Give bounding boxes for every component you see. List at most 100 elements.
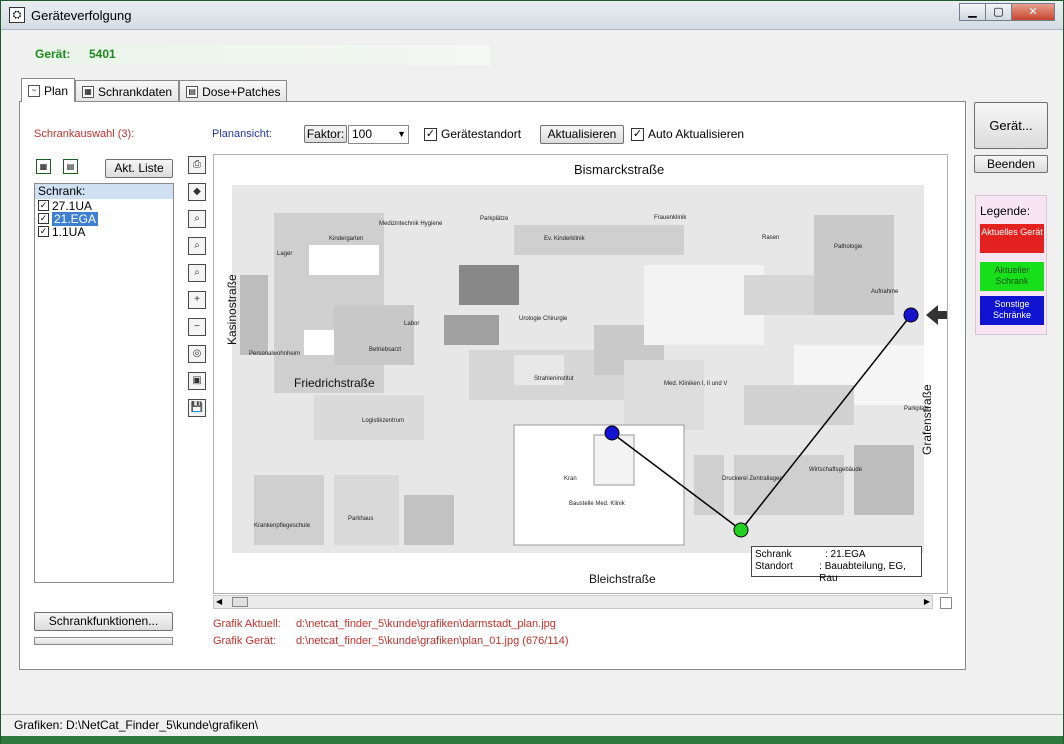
status-bar: Grafiken: D:\NetCat_Finder_5\kunde\grafi…: [1, 714, 1063, 736]
zoom-fit-icon[interactable]: ⌕: [188, 237, 206, 255]
close-button[interactable]: ✕: [1011, 3, 1055, 21]
checkbox-checked-icon[interactable]: ✓: [38, 213, 49, 224]
checkbox-checked-icon[interactable]: ✓: [38, 200, 49, 211]
window-controls: ▁ ▢ ✕: [959, 3, 1055, 21]
building-label: Pathologie: [834, 244, 863, 250]
tooltip-key: Schrank: [755, 549, 792, 560]
grid-icon: ▤: [186, 85, 199, 98]
tab-plan[interactable]: ~ Plan: [21, 78, 76, 102]
minimize-button[interactable]: ▁: [959, 3, 985, 21]
building-label: Kran: [564, 476, 577, 482]
title-bar: ⛭ Geräteverfolgung ▁ ▢ ✕: [1, 1, 1063, 30]
schrank-tooltip: Schrank: 21.EGA Standort: Bauabteilung, …: [751, 546, 922, 584]
building-label: Parkhaus: [348, 516, 373, 522]
building-label: Wirtschaftsgebäude: [809, 467, 863, 473]
building-label: Aufnahme: [871, 289, 899, 295]
site-plan-map[interactable]: Bismarckstraße Kasinostraße Friedrichstr…: [213, 154, 948, 594]
print-icon[interactable]: ⎙: [188, 156, 206, 174]
select-all-icon[interactable]: ▦: [36, 159, 51, 174]
progress-bar: [34, 637, 173, 645]
zoom-extent-icon[interactable]: ⌕: [188, 264, 206, 282]
beenden-button[interactable]: Beenden: [974, 155, 1048, 173]
akt-liste-button[interactable]: Akt. Liste: [105, 159, 173, 178]
scroll-left-icon[interactable]: ◀: [216, 597, 222, 606]
building-label: Frauenklinik: [654, 215, 687, 221]
building-label: Medizintechnik Hygiene: [379, 221, 443, 227]
aktualisieren-button[interactable]: Aktualisieren: [540, 125, 624, 144]
layers-icon[interactable]: ◆: [188, 183, 206, 201]
chevron-down-icon: ▼: [397, 129, 406, 139]
street-label: Friedrichstraße: [294, 376, 375, 390]
zoom-in-icon[interactable]: +: [188, 291, 206, 309]
map-tool-column: ⎙ ◆ ⌕ ⌕ ⌕ + − ◎ ▣ 💾: [188, 156, 208, 426]
schrank-marker-blue[interactable]: [903, 307, 919, 323]
list-item-label: 21.EGA: [52, 211, 99, 226]
building-label: Parkplatz: [904, 406, 929, 412]
building-label: Strahleninstitut: [534, 376, 574, 382]
building-label: Lager: [277, 251, 292, 257]
tooltip-value: : 21.EGA: [825, 549, 866, 560]
tab-schrankdaten-label: Schrankdaten: [98, 84, 173, 99]
tab-dose-patches[interactable]: ▤ Dose+Patches: [179, 80, 288, 102]
scroll-right-icon[interactable]: ▶: [924, 597, 930, 606]
list-item[interactable]: ✓ 21.EGA: [35, 211, 173, 226]
legend-current-cabinet: Aktueller Schrank: [980, 262, 1044, 291]
list-item-label: 27.1UA: [52, 198, 93, 213]
legend-title: Legende:: [980, 204, 1031, 218]
scroll-thumb[interactable]: [232, 597, 248, 607]
building-label: Med. Kliniken I, II und V: [664, 381, 727, 387]
street-label: Kasinostraße: [225, 274, 239, 345]
faktor-select[interactable]: 100 ▼: [348, 125, 409, 144]
building-label: Personalwohnheim: [249, 351, 300, 357]
zoom-window-icon[interactable]: ⌕: [188, 210, 206, 228]
zoom-reset-icon[interactable]: ◎: [188, 345, 206, 363]
maximize-button[interactable]: ▢: [985, 3, 1011, 21]
schrank-marker-blue[interactable]: [604, 425, 620, 441]
geraetestandort-checkbox[interactable]: ✓ Gerätestandort: [424, 127, 521, 141]
list-item-label: 1.1UA: [52, 224, 86, 239]
schrankfunktionen-button[interactable]: Schrankfunktionen...: [34, 612, 173, 631]
street-label: Bismarckstraße: [574, 162, 664, 177]
plan-panel: Schrankauswahl (3): Planansicht: Faktor:…: [19, 101, 966, 670]
building-label: Rasen: [762, 235, 779, 241]
geraetestandort-label: Gerätestandort: [441, 127, 522, 141]
street-label: Grafenstraße: [920, 384, 934, 455]
scroll-corner: [940, 597, 952, 609]
legend-box: Legende: Aktuelles Gerät Aktueller Schra…: [975, 195, 1047, 335]
save-icon[interactable]: 💾: [188, 399, 206, 417]
building-label: Urologie Chirurgie: [519, 316, 568, 322]
building-label: Parkplätze: [480, 216, 509, 222]
device-value: 5401: [89, 47, 116, 61]
app-icon: ⛭: [9, 7, 25, 23]
device-label: Gerät:: [35, 47, 71, 61]
checkbox-checked-icon[interactable]: ✓: [38, 226, 49, 237]
building-label: Druckerei Zentrallager: [722, 476, 781, 482]
auto-aktualisieren-checkbox[interactable]: ✓ Auto Aktualisieren: [631, 127, 744, 141]
list-item[interactable]: ✓ 27.1UA: [35, 198, 173, 213]
schrank-marker-green[interactable]: [733, 522, 749, 538]
image-export-icon[interactable]: ▣: [188, 372, 206, 390]
schrank-listbox[interactable]: Schrank: ✓ 27.1UA ✓ 21.EGA ✓ 1.1UA: [34, 183, 174, 583]
list-header: Schrank:: [35, 184, 173, 199]
tab-schrankdaten[interactable]: ▦ Schrankdaten: [75, 80, 180, 102]
grafik-geraet-value: d:\netcat_finder_5\kunde\grafiken\plan_0…: [296, 635, 569, 647]
planansicht-label: Planansicht:: [212, 128, 272, 140]
zoom-out-icon[interactable]: −: [188, 318, 206, 336]
site-plan-svg[interactable]: Bismarckstraße Kasinostraße Friedrichstr…: [214, 155, 948, 594]
street-label: Bleichstraße: [589, 572, 656, 586]
legend-other-cabinets: Sonstige Schränke: [980, 296, 1044, 325]
grafik-aktuell-label: Grafik Aktuell:: [213, 618, 281, 630]
map-horizontal-scrollbar[interactable]: ◀ ▶: [213, 595, 933, 609]
list-icon-bar: ▦ ▤: [36, 159, 78, 174]
geraet-button[interactable]: Gerät...: [974, 102, 1048, 149]
table-icon: ▦: [82, 85, 95, 98]
auto-aktualisieren-label: Auto Aktualisieren: [648, 127, 745, 141]
grafik-geraet-label: Grafik Gerät:: [213, 635, 276, 647]
schrankauswahl-title: Schrankauswahl (3):: [34, 128, 135, 140]
faktor-button[interactable]: Faktor:: [304, 125, 347, 143]
building-label: Logistikzentrum: [362, 418, 404, 424]
building-label: Krankenpflegeschule: [254, 523, 311, 529]
list-item[interactable]: ✓ 1.1UA: [35, 224, 173, 239]
select-none-icon[interactable]: ▤: [63, 159, 78, 174]
faktor-value: 100: [352, 127, 373, 141]
